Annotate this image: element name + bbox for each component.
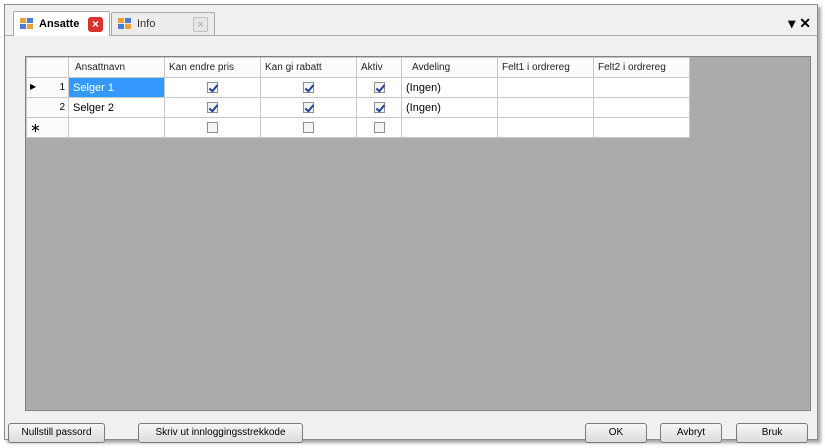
checkbox-unchecked[interactable] — [207, 122, 218, 134]
column-header-felt1[interactable]: Felt1 i ordrereg — [497, 57, 594, 78]
tab-strip: Ansatte × Info × ▾ ✕ — [5, 5, 817, 36]
form-icon — [20, 17, 34, 31]
cell-ansattnavn[interactable]: Selger 2 — [68, 97, 165, 118]
cell-kan-gi-rabatt[interactable] — [260, 117, 357, 138]
current-row-icon: ▶ — [30, 82, 37, 91]
tab-ansatte-label: Ansatte — [39, 18, 80, 30]
print-login-barcode-button[interactable]: Skriv ut innloggingsstrekkode — [138, 423, 303, 443]
cell-kan-gi-rabatt[interactable] — [260, 77, 357, 98]
close-tab-icon[interactable]: × — [193, 16, 208, 32]
cell-avdeling[interactable]: (Ingen) — [401, 97, 498, 118]
close-tab-icon[interactable]: × — [88, 16, 103, 32]
ok-button[interactable]: OK — [585, 423, 647, 443]
checkbox-checked[interactable] — [303, 82, 314, 94]
tab-info-label: Info — [137, 18, 156, 30]
data-table: Ansattnavn Kan endre pris Kan gi rabatt … — [26, 57, 690, 138]
window-controls: ▾ ✕ — [788, 15, 811, 32]
cell-avdeling[interactable] — [401, 117, 498, 138]
column-header-kan-endre-pris[interactable]: Kan endre pris — [164, 57, 261, 78]
employees-grid[interactable]: Ansattnavn Kan endre pris Kan gi rabatt … — [25, 56, 811, 411]
row-header[interactable]: ▶ 1 — [26, 77, 69, 98]
cell-felt1[interactable] — [497, 77, 594, 98]
row-header[interactable]: ∗ — [26, 117, 69, 138]
cell-avdeling[interactable]: (Ingen) — [401, 77, 498, 98]
table-row[interactable]: ▶ 1 Selger 1 (Ingen) — [26, 77, 690, 98]
cell-felt2[interactable] — [593, 97, 690, 118]
cell-ansattnavn[interactable] — [68, 117, 165, 138]
checkbox-unchecked[interactable] — [373, 122, 385, 134]
row-header[interactable]: 2 — [26, 97, 69, 118]
new-row[interactable]: ∗ — [26, 117, 690, 138]
table-row[interactable]: 2 Selger 2 (Ingen) — [26, 97, 690, 118]
apply-button[interactable]: Bruk — [736, 423, 808, 443]
checkbox-checked[interactable] — [373, 102, 385, 114]
reset-password-button[interactable]: Nullstill passord — [8, 423, 105, 443]
column-header-avdeling[interactable]: Avdeling — [401, 57, 498, 78]
cell-kan-endre-pris[interactable] — [164, 117, 261, 138]
close-icon[interactable]: ✕ — [799, 15, 811, 32]
column-header-ansattnavn[interactable]: Ansattnavn — [68, 57, 165, 78]
new-row-icon: ∗ — [30, 120, 41, 135]
checkbox-checked[interactable] — [373, 82, 385, 94]
column-header-aktiv[interactable]: Aktiv — [356, 57, 402, 78]
cell-aktiv[interactable] — [356, 117, 402, 138]
form-icon — [118, 17, 132, 31]
corner-header[interactable] — [26, 57, 69, 78]
header-row: Ansattnavn Kan endre pris Kan gi rabatt … — [26, 57, 690, 78]
cell-felt2[interactable] — [593, 77, 690, 98]
dropdown-menu-icon[interactable]: ▾ — [788, 15, 795, 32]
checkbox-unchecked[interactable] — [303, 122, 314, 134]
cell-felt1[interactable] — [497, 97, 594, 118]
checkbox-checked[interactable] — [207, 82, 218, 94]
checkbox-checked[interactable] — [207, 102, 218, 114]
cell-felt2[interactable] — [593, 117, 690, 138]
cell-aktiv[interactable] — [356, 77, 402, 98]
tab-info[interactable]: Info × — [111, 12, 215, 35]
employees-window: Ansatte × Info × ▾ ✕ Ansattnavn Kan endr… — [4, 4, 818, 443]
cancel-button[interactable]: Avbryt — [660, 423, 722, 443]
cell-ansattnavn[interactable]: Selger 1 — [68, 77, 165, 98]
cell-kan-endre-pris[interactable] — [164, 97, 261, 118]
checkbox-checked[interactable] — [303, 102, 314, 114]
tab-ansatte[interactable]: Ansatte × — [13, 11, 110, 36]
cell-felt1[interactable] — [497, 117, 594, 138]
column-header-kan-gi-rabatt[interactable]: Kan gi rabatt — [260, 57, 357, 78]
cell-aktiv[interactable] — [356, 97, 402, 118]
cell-kan-endre-pris[interactable] — [164, 77, 261, 98]
cell-kan-gi-rabatt[interactable] — [260, 97, 357, 118]
column-header-felt2[interactable]: Felt2 i ordrereg — [593, 57, 690, 78]
